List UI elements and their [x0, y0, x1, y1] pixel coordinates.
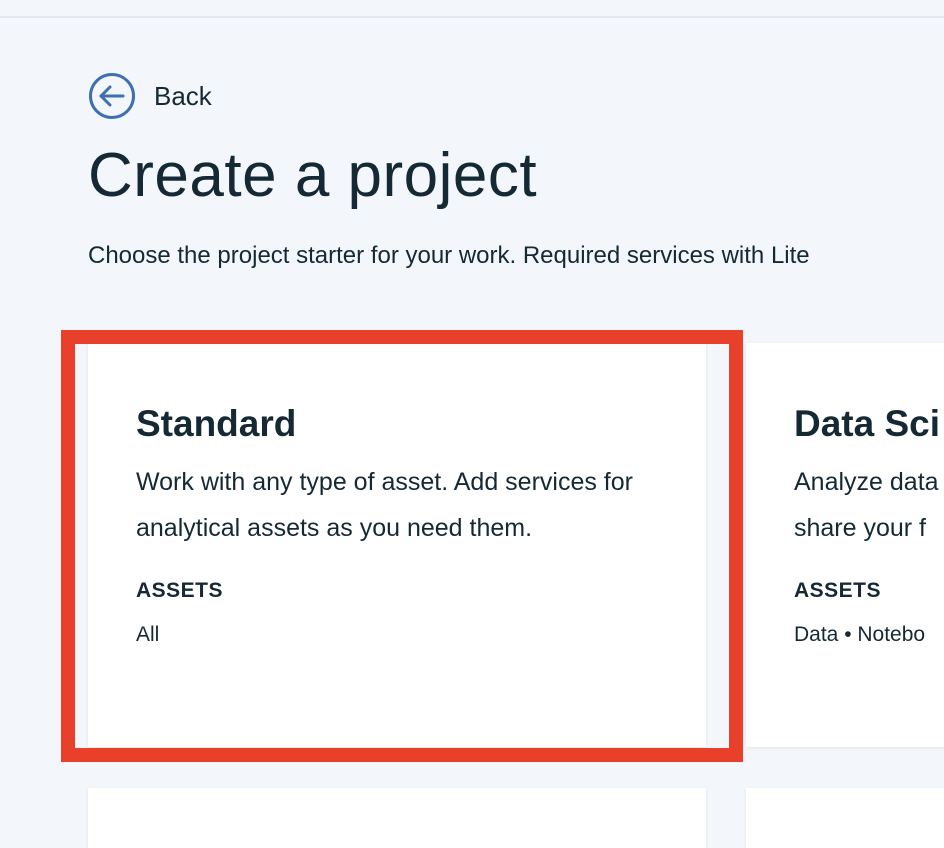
card-description: Work with any type of asset. Add service…	[136, 468, 633, 542]
assets-value: All	[136, 623, 160, 646]
page-title: Create a project	[88, 141, 538, 210]
assets-value: Data • Notebo	[794, 623, 926, 646]
project-card-row2-right[interactable]	[746, 788, 944, 848]
card-description: Analyze data share your f	[794, 468, 939, 542]
project-card-row2-left[interactable]	[88, 788, 706, 848]
assets-heading: ASSETS	[794, 579, 882, 602]
project-card-standard[interactable]: Standard Work with any type of asset. Ad…	[88, 343, 706, 747]
arrow-left-circle-icon	[88, 72, 136, 120]
project-card-data-science[interactable]: Data Sci Analyze data share your f ASSET…	[746, 343, 944, 747]
assets-heading: ASSETS	[136, 579, 224, 602]
card-title: Data Sci	[794, 403, 941, 444]
top-bar	[0, 0, 944, 18]
page-subtitle: Choose the project starter for your work…	[88, 242, 810, 269]
card-title: Standard	[136, 403, 297, 444]
back-button[interactable]: Back	[88, 72, 212, 120]
back-label: Back	[154, 80, 212, 111]
